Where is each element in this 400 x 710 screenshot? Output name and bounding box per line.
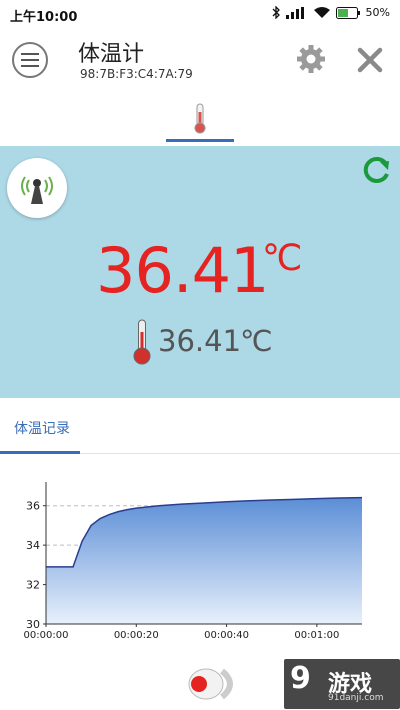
- wifi-icon: [313, 6, 330, 18]
- secondary-temperature-unit: ℃: [240, 324, 273, 358]
- site-watermark: 9 游戏 91danji.com: [284, 659, 400, 709]
- watermark-logo: 9: [290, 661, 311, 696]
- bluetooth-connect-button[interactable]: [7, 158, 67, 218]
- battery-icon: [335, 6, 360, 19]
- status-time: 上午10:00: [10, 10, 78, 25]
- main-temperature-value: 36.41: [96, 234, 269, 307]
- bottom-bar: 9 游戏 91danji.com: [0, 655, 400, 710]
- close-button[interactable]: [356, 46, 384, 74]
- close-icon: [357, 47, 383, 73]
- watermark-url: 91danji.com: [328, 693, 384, 703]
- history-tab-indicator: [0, 451, 80, 454]
- history-tab-bar: 体温记录: [0, 408, 400, 454]
- chart-x-tick-label: 00:00:20: [114, 630, 159, 641]
- chart-y-tick-label: 34: [26, 539, 40, 552]
- thermometer-icon: [194, 103, 206, 134]
- tab-bar: [0, 96, 400, 144]
- gear-icon: [297, 45, 325, 73]
- chart-x-tick-label: 00:01:00: [294, 630, 339, 641]
- battery-percent: 50%: [365, 6, 390, 19]
- chart-y-tick-label: 32: [26, 579, 40, 592]
- app-header: 体温计 98:7B:F3:C4:7A:79: [0, 30, 400, 90]
- reading-panel: 36.41 ℃ 36.41 ℃: [0, 146, 400, 398]
- settings-button[interactable]: [296, 44, 326, 74]
- status-bar: 上午10:00 50%: [0, 0, 400, 30]
- page-title: 体温计: [78, 42, 145, 67]
- status-icons: 50%: [272, 6, 390, 19]
- chart-area: [46, 497, 362, 624]
- temperature-chart: 30 32 34 36 00:00:00 00:00:20 00:00:40 00:01:00: [0, 470, 400, 650]
- secondary-temperature-value: 36.41: [158, 324, 242, 358]
- temperature-chart-svg: 3032343600:00:00 00:00:20 00:00:40 00:01:00: [24, 482, 363, 641]
- device-mac-address: 98:7B:F3:C4:7A:79: [80, 67, 193, 81]
- tab-indicator: [166, 139, 234, 142]
- refresh-button[interactable]: [358, 152, 394, 188]
- refresh-icon: [363, 156, 389, 183]
- record-button[interactable]: [186, 663, 246, 705]
- menu-button[interactable]: [12, 42, 48, 78]
- main-temperature-unit: ℃: [262, 238, 303, 279]
- tab-thermometer[interactable]: [186, 102, 214, 134]
- chart-y-tick-label: 36: [26, 500, 40, 513]
- antenna-icon: [21, 176, 53, 204]
- record-icon: [188, 668, 233, 700]
- signal-icon: [285, 6, 304, 19]
- chart-x-tick-label: 00:00:40: [204, 630, 249, 641]
- bluetooth-icon: [272, 6, 280, 19]
- thermometer-icon: [133, 319, 151, 365]
- menu-icon: [21, 53, 39, 67]
- chart-x-tick-label: 00:00:00: [24, 630, 69, 641]
- tab-temperature-history[interactable]: 体温记录: [14, 418, 70, 438]
